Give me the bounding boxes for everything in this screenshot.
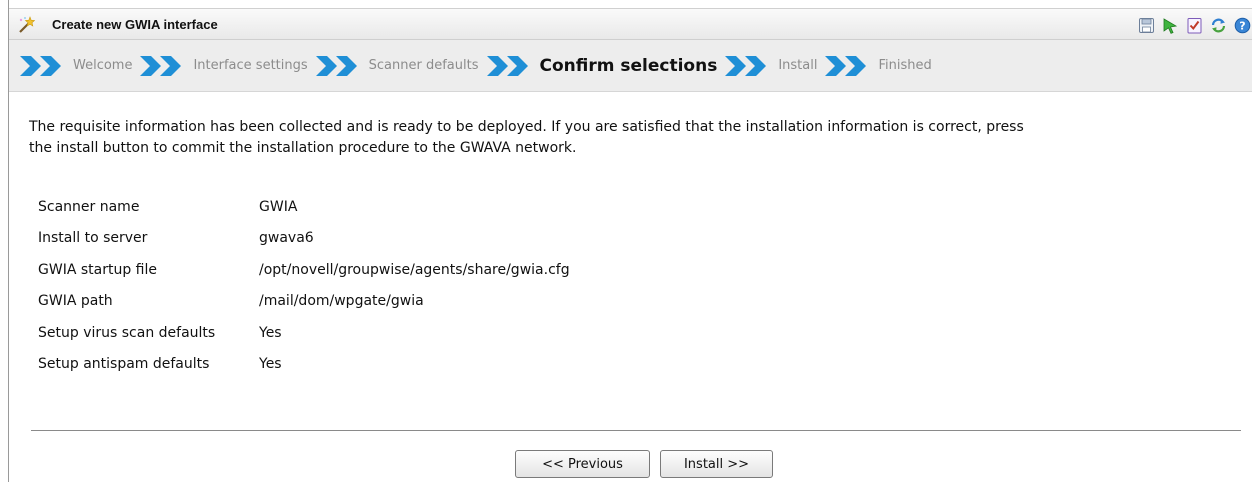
double-chevron-icon — [725, 55, 767, 76]
step-interface-settings: Interface settings — [139, 55, 314, 77]
summary-row-install-server: Install to server gwava6 — [38, 223, 570, 255]
summary-row-antispam-defaults: Setup antispam defaults Yes — [38, 349, 570, 381]
checklist-icon[interactable] — [1186, 17, 1203, 34]
svg-text:?: ? — [1239, 19, 1245, 32]
summary-row-gwia-path: GWIA path /mail/dom/wpgate/gwia — [38, 286, 570, 318]
step-install: Install — [724, 55, 824, 77]
double-chevron-icon — [140, 55, 182, 76]
summary-value: /mail/dom/wpgate/gwia — [259, 293, 424, 310]
summary-label: Setup virus scan defaults — [38, 324, 216, 341]
double-chevron-icon — [20, 55, 61, 76]
step-finished: Finished — [824, 55, 938, 77]
summary-row-startup-file: GWIA startup file /opt/novell/groupwise/… — [38, 254, 570, 286]
double-chevron-icon — [486, 55, 528, 76]
summary-label: GWIA startup file — [38, 261, 157, 278]
step-welcome: Welcome — [19, 55, 139, 77]
intro-text: The requisite information has been colle… — [29, 117, 1241, 159]
step-label: Scanner defaults — [368, 58, 479, 73]
window-title: Create new GWIA interface — [52, 17, 218, 32]
intro-line-1: The requisite information has been colle… — [29, 119, 1024, 135]
step-label-active: Confirm selections — [539, 55, 718, 76]
toolbar: ? — [1138, 15, 1251, 35]
step-confirm-selections: Confirm selections — [486, 55, 725, 77]
save-icon[interactable] — [1138, 17, 1155, 34]
summary-value: /opt/novell/groupwise/agents/share/gwia.… — [259, 261, 570, 278]
title-bar: Create new GWIA interface ? — [9, 8, 1252, 40]
intro-line-2: the install button to commit the install… — [29, 140, 577, 156]
summary-label: Install to server — [38, 230, 148, 247]
help-icon[interactable]: ? — [1234, 17, 1251, 34]
divider — [31, 430, 1241, 432]
double-chevron-icon — [315, 55, 357, 76]
refresh-icon[interactable] — [1210, 17, 1227, 34]
summary-label: GWIA path — [38, 293, 113, 310]
run-icon[interactable] — [1162, 17, 1179, 34]
summary-label: Scanner name — [38, 198, 140, 215]
summary-row-scanner-name: Scanner name GWIA — [38, 191, 570, 223]
install-button[interactable]: Install >> — [660, 450, 773, 478]
intro-paragraph: The requisite information has been colle… — [29, 117, 1241, 159]
summary-value: GWIA — [259, 198, 298, 215]
step-label: Install — [778, 58, 818, 73]
wizard-window: Create new GWIA interface ? Welcome Inte… — [8, 0, 1252, 482]
summary-label: Setup antispam defaults — [38, 356, 210, 373]
summary-value: Yes — [259, 324, 282, 341]
magic-wand-icon — [19, 16, 35, 33]
previous-button[interactable]: << Previous — [515, 450, 650, 478]
summary-table: Scanner name GWIA Install to server gwav… — [38, 191, 570, 380]
summary-row-virus-defaults: Setup virus scan defaults Yes — [38, 317, 570, 349]
summary-value: Yes — [259, 356, 282, 373]
step-label: Interface settings — [193, 58, 308, 73]
double-chevron-icon — [825, 55, 867, 76]
summary-value: gwava6 — [259, 230, 314, 247]
wizard-steps: Welcome Interface settings Scanner defau… — [9, 40, 1252, 92]
step-label: Welcome — [73, 58, 133, 73]
step-label: Finished — [878, 58, 932, 73]
step-scanner-defaults: Scanner defaults — [315, 55, 486, 77]
